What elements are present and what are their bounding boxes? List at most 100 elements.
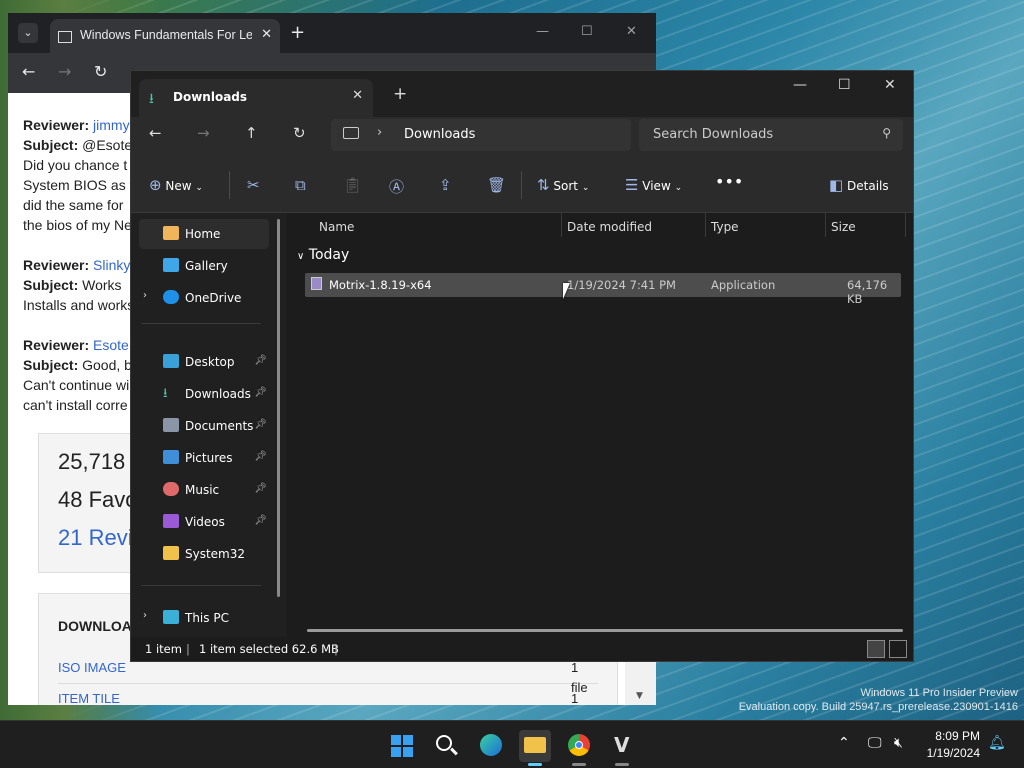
tiles-view-icon[interactable] — [889, 640, 907, 658]
copy-button[interactable]: ⧉ — [295, 176, 306, 194]
sidebar-item-system32[interactable]: System32 — [139, 539, 269, 569]
pin-icon: 📌︎ — [254, 387, 267, 398]
search-input[interactable]: Search Downloads ⚲ — [639, 119, 903, 151]
download-link[interactable]: ITEM TILE — [58, 689, 120, 705]
sort-button[interactable]: ⇅ Sort ⌄ — [537, 176, 589, 194]
scroll-down-icon[interactable]: ▼ — [636, 691, 643, 701]
divider — [141, 585, 261, 586]
file-row[interactable]: Motrix-1.8.19-x64 1/19/2024 7:41 PM Appl… — [305, 273, 901, 306]
group-header-today[interactable]: ∨ Today — [297, 247, 349, 263]
chevron-right-icon[interactable]: › — [377, 125, 382, 140]
browser-tab-title: Windows Fundamentals For Legacy PCs — [80, 28, 252, 42]
column-header-name[interactable]: Name — [313, 213, 561, 241]
vim-icon: V — [614, 733, 630, 757]
back-icon[interactable]: ← — [22, 62, 35, 81]
sidebar-item-this-pc[interactable]: › This PC — [139, 603, 269, 633]
new-tab-icon[interactable]: + — [393, 84, 407, 104]
views-count: 25,718 — [58, 449, 126, 474]
delete-button[interactable]: 🗑︎ — [487, 176, 506, 194]
chevron-right-icon[interactable]: › — [143, 290, 147, 301]
details-view-icon[interactable] — [867, 640, 885, 658]
pin-icon: 📌︎ — [254, 355, 267, 366]
sidebar-item-downloads[interactable]: ⭳ Downloads 📌︎ — [139, 379, 269, 409]
sort-label: Sort — [553, 179, 579, 193]
volume-muted-icon[interactable]: 🔇︎ — [894, 735, 903, 751]
minimize-icon[interactable]: — — [536, 24, 549, 39]
subject-label: Subject: — [23, 357, 79, 373]
watermark-line: Evaluation copy. Build 25947.rs_prerelea… — [738, 701, 1018, 713]
up-icon[interactable]: ↑ — [245, 124, 258, 142]
sidebar-item-label: Pictures — [185, 451, 233, 465]
column-header-size[interactable]: Size — [825, 213, 905, 241]
notification-bell-icon[interactable]: 🔔︎ — [988, 735, 1006, 751]
sidebar-item-onedrive[interactable]: › OneDrive — [139, 283, 269, 313]
sidebar-item-videos[interactable]: Videos 📌︎ — [139, 507, 269, 537]
reviews-link[interactable]: 21 Revi — [58, 527, 133, 549]
download-link[interactable]: ISO IMAGE — [58, 658, 126, 678]
reviewer-link[interactable]: Slinky — [93, 257, 130, 273]
new-button[interactable]: ⊕ New ⌄ — [149, 176, 203, 194]
address-bar[interactable]: › Downloads — [331, 119, 631, 151]
download-icon: ⭳ — [149, 91, 154, 107]
new-tab-icon[interactable]: + — [290, 22, 305, 43]
vim-button[interactable]: V — [606, 730, 638, 766]
column-header-type[interactable]: Type — [705, 213, 825, 241]
paste-icon: 📋︎ — [343, 176, 363, 194]
sidebar-item-home[interactable]: Home — [139, 219, 269, 249]
sort-icon: ⇅ — [537, 176, 550, 194]
reviewer-link[interactable]: Esote — [93, 337, 129, 353]
edge-preview-button[interactable] — [475, 730, 507, 762]
navigation-pane-scrollbar[interactable] — [277, 219, 280, 597]
share-button[interactable]: ⇪ — [439, 176, 452, 194]
chevron-right-icon[interactable]: › — [143, 610, 147, 621]
close-window-icon[interactable]: ✕ — [626, 24, 637, 39]
sidebar-item-pictures[interactable]: Pictures 📌︎ — [139, 443, 269, 473]
horizontal-scrollbar[interactable] — [307, 629, 903, 632]
reviewer-link[interactable]: jimmy — [93, 117, 130, 133]
paste-button[interactable]: 📋︎ — [343, 176, 362, 194]
reload-icon[interactable]: ↻ — [94, 62, 107, 81]
minimize-icon[interactable]: — — [793, 77, 807, 93]
close-window-icon[interactable]: ✕ — [884, 77, 896, 93]
divider: | — [186, 642, 190, 656]
forward-icon[interactable]: → — [197, 124, 210, 142]
maximize-icon[interactable]: ☐ — [838, 77, 851, 93]
maximize-icon[interactable]: ☐ — [581, 24, 593, 39]
refresh-icon[interactable]: ↻ — [293, 124, 306, 142]
address-location[interactable]: Downloads — [404, 127, 475, 142]
divider: | — [334, 642, 338, 656]
clock[interactable]: 8:09 PM 1/19/2024 — [927, 728, 980, 762]
cut-button[interactable]: ✂ — [247, 176, 260, 194]
file-explorer-button[interactable] — [519, 730, 551, 766]
chevron-up-icon[interactable]: ⌃ — [838, 735, 850, 751]
review-subject: @Esote — [82, 137, 133, 153]
running-indicator — [615, 763, 629, 766]
close-tab-icon[interactable]: ✕ — [352, 88, 363, 103]
details-button[interactable]: ◧ Details — [829, 176, 889, 194]
start-button[interactable] — [386, 730, 418, 762]
close-tab-icon[interactable]: ✕ — [261, 27, 272, 42]
view-button[interactable]: ☰ View ⌄ — [625, 176, 682, 194]
group-label: Today — [308, 247, 350, 263]
network-icon[interactable]: 🖵︎ — [868, 735, 882, 751]
search-button[interactable] — [430, 730, 462, 762]
view-icon: ☰ — [625, 176, 639, 194]
column-header-date[interactable]: Date modified — [561, 213, 705, 241]
browser-tab[interactable]: Windows Fundamentals For Legacy PCs ✕ — [50, 19, 280, 53]
edge-icon — [480, 734, 502, 756]
back-icon[interactable]: ← — [149, 124, 162, 142]
tab-search-chevron-icon[interactable]: ⌄ — [18, 23, 38, 43]
chevron-down-icon: ∨ — [297, 251, 305, 262]
explorer-tab-downloads[interactable]: ⭳ Downloads ✕ — [139, 79, 373, 117]
column-divider[interactable] — [905, 213, 906, 237]
column-size-label: Size — [831, 220, 856, 234]
sidebar-item-desktop[interactable]: Desktop 📌︎ — [139, 347, 269, 377]
rename-button[interactable]: Ⓐ — [389, 176, 404, 197]
more-options-icon[interactable]: ••• — [715, 172, 743, 191]
column-type-label: Type — [711, 220, 739, 234]
sidebar-item-documents[interactable]: Documents 📌︎ — [139, 411, 269, 441]
chrome-button[interactable] — [563, 730, 595, 766]
sidebar-item-gallery[interactable]: Gallery — [139, 251, 269, 281]
forward-icon[interactable]: → — [58, 62, 71, 81]
sidebar-item-music[interactable]: Music 📌︎ — [139, 475, 269, 505]
